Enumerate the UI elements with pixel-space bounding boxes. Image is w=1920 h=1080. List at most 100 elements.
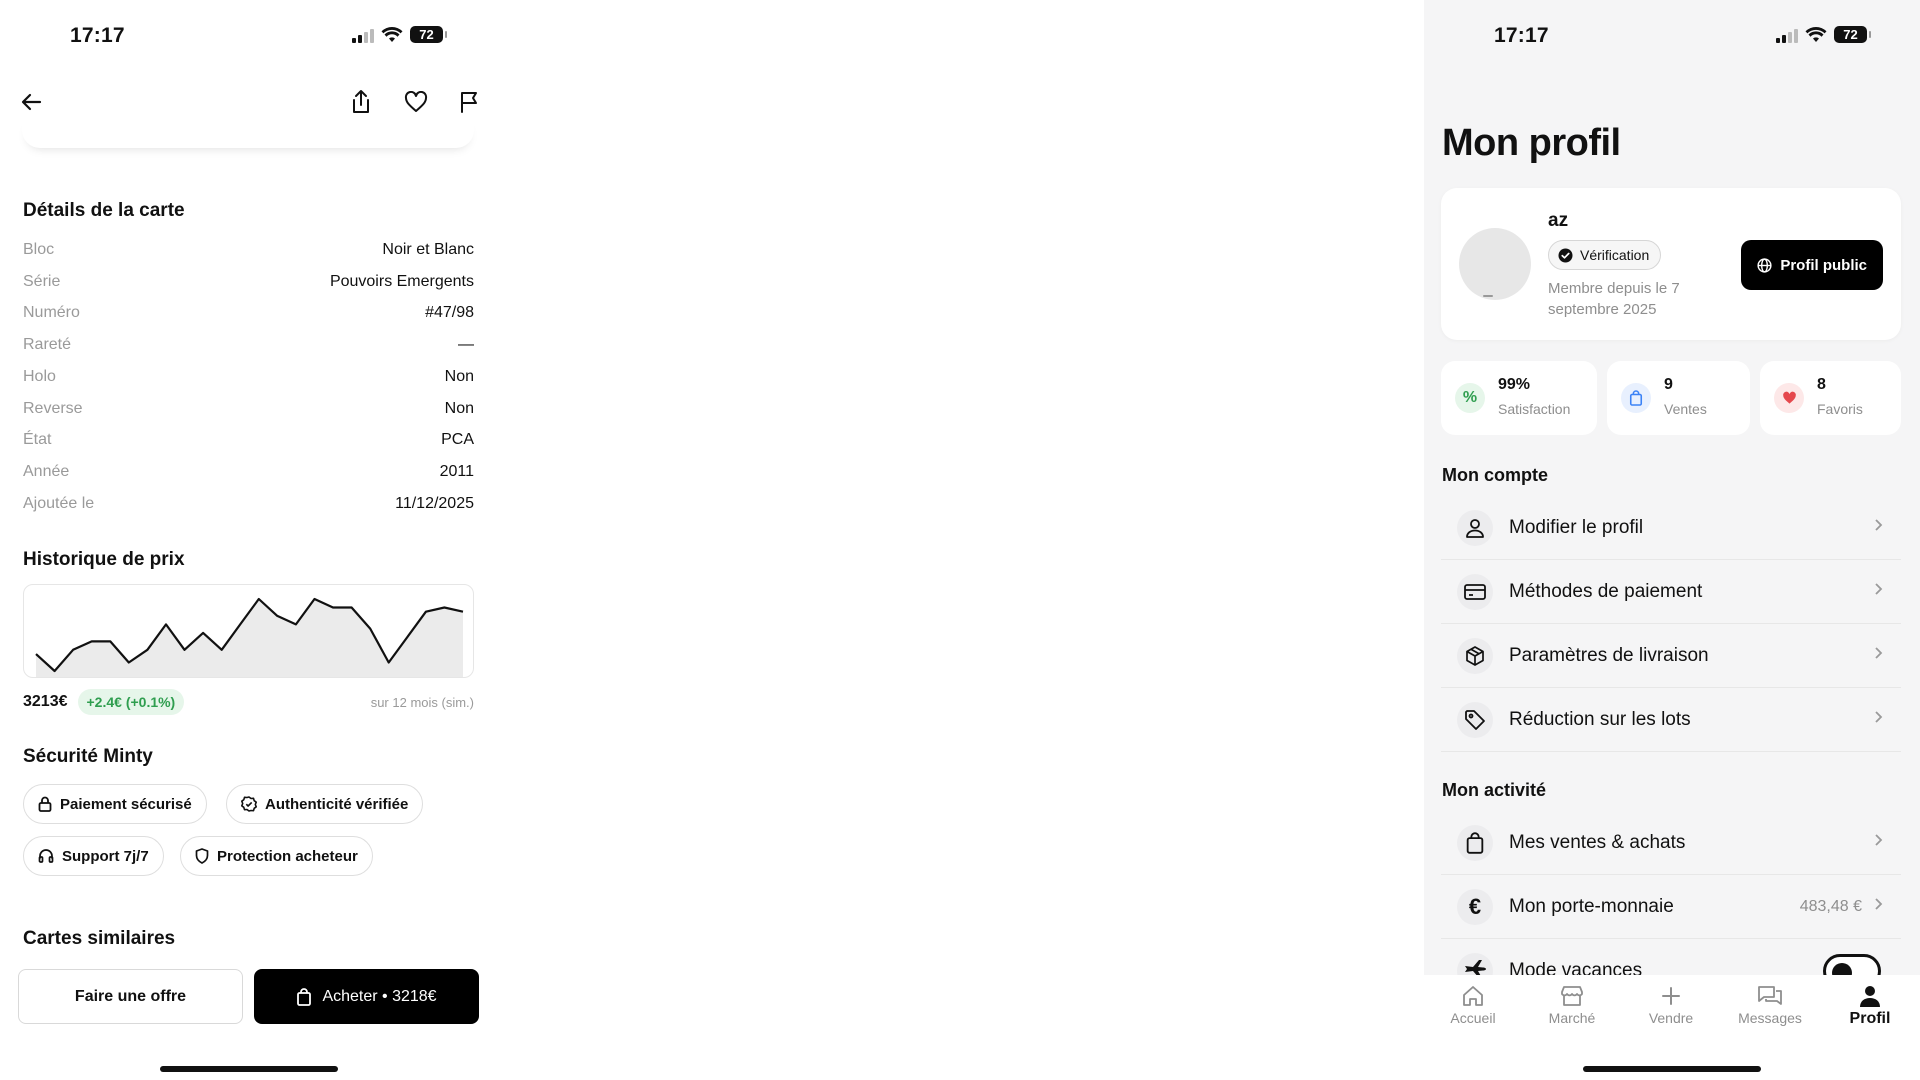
tab-label: Profil: [1849, 1010, 1891, 1027]
chip-support[interactable]: Support 7j/7: [23, 836, 164, 876]
signal-icon: [1776, 27, 1798, 43]
share-button[interactable]: [344, 85, 378, 119]
make-offer-button[interactable]: Faire une offre: [18, 969, 243, 1024]
check-circle-icon: [1558, 248, 1573, 262]
shield-icon: [195, 848, 209, 864]
detail-row: État PCA: [23, 431, 474, 449]
detail-row: Rareté —: [23, 336, 474, 354]
chip-label: Paiement sécurisé: [60, 795, 192, 813]
signal-icon: [352, 27, 374, 43]
price-chart-svg: [35, 597, 464, 677]
menu-label: Réduction sur les lots: [1509, 708, 1691, 730]
flag-icon: [461, 92, 477, 113]
badge-check-icon: [241, 796, 257, 812]
verification-badge[interactable]: Vérification: [1548, 240, 1662, 270]
menu-edit-profile[interactable]: Modifier le profil: [1441, 496, 1901, 560]
public-profile-label: Profil public: [1780, 256, 1867, 274]
status-time: 17:17: [1494, 24, 1549, 47]
avatar-placeholder-mark: [1483, 295, 1493, 297]
card-icon: [1457, 573, 1493, 610]
detail-row: Reverse Non: [23, 400, 474, 418]
username: az: [1548, 210, 1569, 231]
profile-card: az Vérification Membre depuis le 7 septe…: [1441, 188, 1901, 340]
chip-buyer-protection[interactable]: Protection acheteur: [180, 836, 373, 876]
chip-label: Support 7j/7: [62, 847, 149, 865]
battery-icon: 72: [1834, 26, 1871, 43]
menu-delivery-settings[interactable]: Paramètres de livraison: [1441, 624, 1901, 688]
tab-label: Messages: [1738, 1010, 1802, 1026]
tab-messages[interactable]: Messages: [1730, 985, 1810, 1026]
percent-icon: %: [1455, 383, 1485, 413]
detail-key: Rareté: [23, 336, 72, 354]
chip-secure-payment[interactable]: Paiement sécurisé: [23, 784, 207, 824]
detail-key: Holo: [23, 367, 56, 385]
detail-key: Ajoutée le: [23, 494, 95, 512]
messages-icon: [1758, 986, 1782, 1005]
plus-icon: [1662, 987, 1680, 1005]
wifi-icon: [381, 26, 403, 42]
box-icon: [1457, 637, 1493, 674]
chip-authenticity[interactable]: Authenticité vérifiée: [226, 784, 424, 824]
status-time: 17:17: [70, 24, 125, 47]
detail-key: Année: [23, 462, 70, 480]
euro-icon: €: [1457, 888, 1493, 925]
stat-favorites[interactable]: 8 Favoris: [1760, 361, 1901, 435]
menu-label: Mon porte-monnaie: [1509, 895, 1674, 917]
battery-icon: 72: [410, 26, 447, 43]
details-title: Détails de la carte: [23, 200, 185, 221]
card-detail-screen: 17:17 72 Détails de la carte Bloc Noir et…: [0, 0, 490, 1080]
stat-value: 8: [1817, 376, 1826, 393]
share-icon: [353, 90, 369, 113]
detail-value: 2011: [439, 462, 474, 480]
wifi-icon: [1805, 26, 1827, 42]
card-image-container-edge: [22, 118, 474, 148]
wallet-balance: 483,48 €: [1799, 897, 1862, 915]
price-change-badge: +2.4€ (+0.1%): [77, 689, 185, 715]
buy-button[interactable]: Acheter • 3218€: [254, 969, 479, 1024]
tab-label: Marché: [1548, 1010, 1596, 1026]
chip-label: Authenticité vérifiée: [265, 795, 409, 813]
heart-icon: [1774, 383, 1804, 413]
detail-value: 11/12/2025: [395, 494, 474, 512]
detail-value: —: [458, 336, 474, 354]
detail-key: Bloc: [23, 241, 55, 258]
menu-wallet[interactable]: € Mon porte-monnaie 483,48 €: [1441, 875, 1901, 939]
store-icon: [1561, 986, 1583, 1006]
verification-label: Vérification: [1580, 247, 1650, 263]
tab-profile[interactable]: Profil: [1830, 985, 1910, 1028]
avatar[interactable]: [1459, 228, 1531, 300]
home-icon: [1463, 986, 1483, 1006]
chevron-right-icon: [1874, 582, 1883, 601]
public-profile-button[interactable]: Profil public: [1741, 240, 1883, 290]
similar-cards-title: Cartes similaires: [23, 928, 176, 949]
buy-label: Acheter • 3218€: [322, 987, 437, 1005]
page-title: Mon profil: [1442, 122, 1621, 164]
home-indicator: [1583, 1066, 1761, 1072]
price-summary: 3213€ +2.4€ (+0.1%) sur 12 mois (sim.): [23, 688, 474, 716]
chevron-right-icon: [1874, 518, 1883, 537]
member-since: Membre depuis le 7 septembre 2025: [1548, 280, 1680, 318]
favorite-button[interactable]: [399, 85, 433, 119]
chip-label: Protection acheteur: [217, 847, 358, 865]
heart-icon: [404, 91, 428, 112]
menu-sales-purchases[interactable]: Mes ventes & achats: [1441, 811, 1901, 875]
detail-row: Holo Non: [23, 368, 474, 386]
detail-value: Noir et Blanc: [382, 241, 474, 258]
report-button[interactable]: [453, 85, 487, 119]
lock-icon: [38, 796, 52, 812]
tab-market[interactable]: Marché: [1532, 985, 1612, 1026]
tab-home[interactable]: Accueil: [1433, 985, 1513, 1026]
make-offer-label: Faire une offre: [74, 987, 187, 1005]
stat-sales[interactable]: 9 Ventes: [1607, 361, 1750, 435]
stat-satisfaction[interactable]: % 99% Satisfaction: [1441, 361, 1597, 435]
back-button[interactable]: [15, 85, 49, 119]
menu-bundle-discount[interactable]: Réduction sur les lots: [1441, 688, 1901, 752]
price-history-title: Historique de prix: [23, 549, 185, 570]
profile-screen: 17:17 72 Mon profil az Vérification Memb…: [1424, 0, 1920, 1080]
menu-payment-methods[interactable]: Méthodes de paiement: [1441, 560, 1901, 624]
status-icons: 72: [1776, 26, 1871, 43]
headset-icon: [38, 849, 54, 863]
tab-sell[interactable]: Vendre: [1631, 985, 1711, 1026]
detail-key: Série: [23, 272, 61, 290]
detail-row: Série Pouvoirs Emergents: [23, 273, 474, 291]
